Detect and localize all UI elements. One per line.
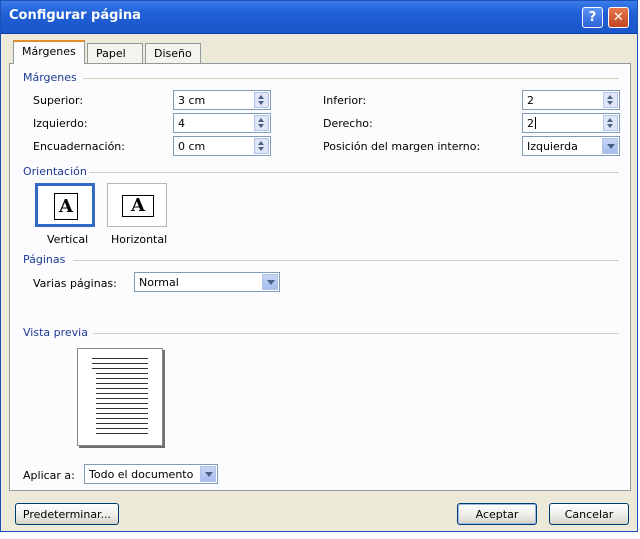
tab-margenes[interactable]: Márgenes	[13, 40, 85, 64]
izquierdo-label: Izquierdo:	[33, 117, 88, 130]
spinner-arrows[interactable]	[254, 138, 269, 154]
izquierdo-spinner[interactable]: 4	[173, 113, 271, 133]
aceptar-button[interactable]: Aceptar	[457, 503, 537, 525]
page-setup-dialog: Configurar página ? ✕ Márgenes Papel Dis…	[0, 0, 638, 532]
derecho-value: 2	[527, 117, 536, 130]
chevron-down-icon[interactable]	[200, 466, 216, 482]
orientation-horizontal-button[interactable]: A	[107, 183, 167, 227]
encuadernacion-value: 0 cm	[178, 140, 206, 153]
orientation-vertical-button[interactable]: A	[35, 183, 95, 227]
tab-label: Diseño	[154, 47, 192, 60]
predeterminar-button[interactable]: Predeterminar...	[15, 503, 119, 525]
orientation-group-label: Orientación	[23, 165, 87, 178]
tab-label: Papel	[96, 47, 126, 60]
posicion-label: Posición del margen interno:	[323, 140, 481, 153]
title-bar: Configurar página ? ✕	[1, 1, 637, 34]
spinner-arrows[interactable]	[603, 115, 618, 131]
spinner-arrows[interactable]	[254, 92, 269, 108]
chevron-down-icon[interactable]	[262, 274, 278, 290]
varias-paginas-label: Varias páginas:	[33, 277, 117, 290]
encuadernacion-spinner[interactable]: 0 cm	[173, 136, 271, 156]
help-button[interactable]: ?	[582, 7, 603, 28]
icon-letter: A	[131, 195, 145, 216]
superior-value: 3 cm	[178, 94, 206, 107]
superior-label: Superior:	[33, 94, 84, 107]
divider	[83, 78, 619, 79]
derecho-text: 2	[527, 117, 534, 130]
superior-spinner[interactable]: 3 cm	[173, 90, 271, 110]
inferior-label: Inferior:	[323, 94, 367, 107]
icon-letter: A	[59, 196, 73, 217]
cancelar-button[interactable]: Cancelar	[549, 503, 629, 525]
spinner-arrows[interactable]	[254, 115, 269, 131]
posicion-value: Izquierda	[527, 140, 578, 153]
vertical-label: Vertical	[47, 233, 89, 246]
tab-diseno[interactable]: Diseño	[145, 43, 201, 63]
preview-group-label: Vista previa	[23, 326, 88, 339]
spinner-arrows[interactable]	[603, 92, 618, 108]
button-label: Aceptar	[475, 508, 519, 521]
derecho-label: Derecho:	[323, 117, 373, 130]
close-button[interactable]: ✕	[608, 7, 629, 28]
varias-paginas-value: Normal	[139, 276, 179, 289]
margins-group-label: Márgenes	[23, 71, 77, 84]
close-icon: ✕	[613, 10, 624, 25]
portrait-page-icon: A	[54, 193, 78, 220]
aplicar-select[interactable]: Todo el documento	[84, 464, 218, 484]
chevron-down-icon[interactable]	[602, 138, 618, 154]
derecho-spinner[interactable]: 2	[522, 113, 620, 133]
button-label: Predeterminar...	[22, 508, 112, 521]
divider	[73, 260, 619, 261]
tab-papel[interactable]: Papel	[87, 43, 143, 63]
pages-group-label: Páginas	[23, 253, 66, 266]
aplicar-label: Aplicar a:	[23, 469, 75, 482]
inferior-value: 2	[527, 94, 534, 107]
aplicar-value: Todo el documento	[89, 468, 194, 481]
landscape-page-icon: A	[122, 195, 154, 217]
page-preview	[77, 348, 163, 446]
izquierdo-value: 4	[178, 117, 185, 130]
horizontal-label: Horizontal	[111, 233, 168, 246]
question-icon: ?	[588, 10, 597, 25]
divider	[89, 172, 619, 173]
varias-paginas-select[interactable]: Normal	[134, 272, 280, 292]
text-cursor	[535, 117, 536, 129]
button-label: Cancelar	[564, 508, 614, 521]
tab-label: Márgenes	[22, 45, 76, 58]
window-title: Configurar página	[9, 8, 141, 23]
encuadernacion-label: Encuadernación:	[33, 140, 125, 153]
divider	[93, 333, 619, 334]
posicion-select[interactable]: Izquierda	[522, 136, 620, 156]
inferior-spinner[interactable]: 2	[522, 90, 620, 110]
